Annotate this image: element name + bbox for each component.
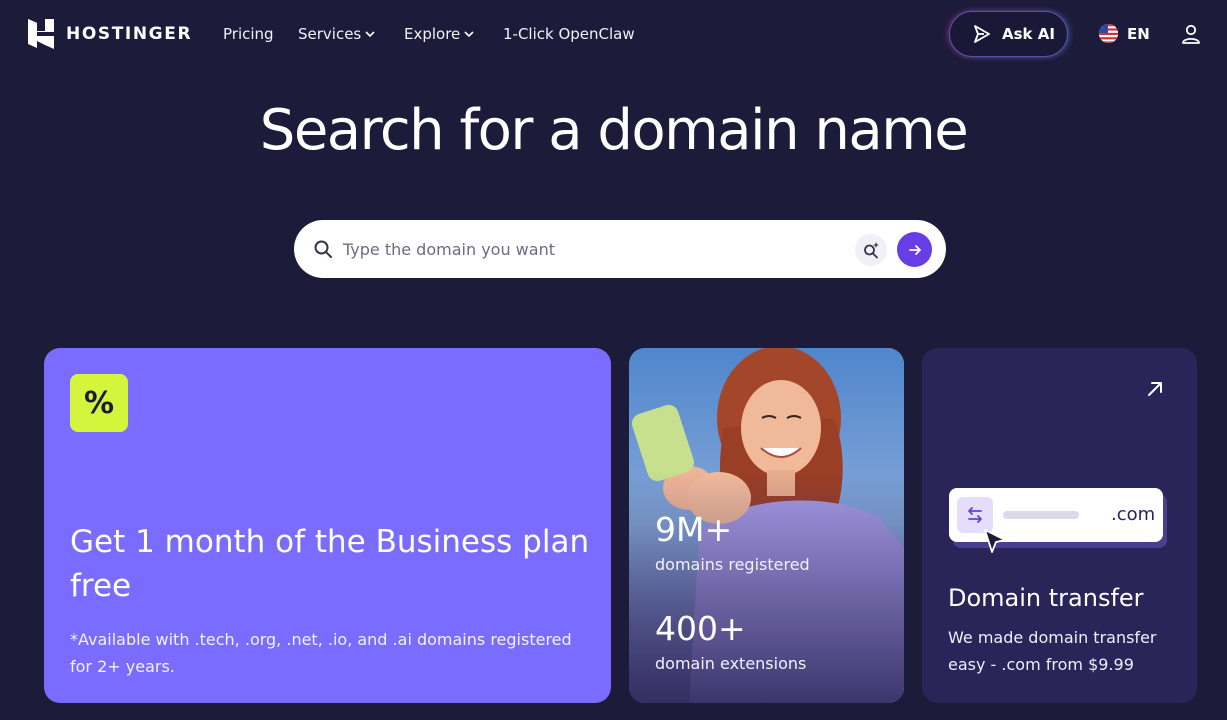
nav-pricing-label: Pricing xyxy=(223,25,274,43)
percent-badge: % xyxy=(70,374,128,432)
stat-value: 400+ xyxy=(655,609,746,648)
promo-card[interactable]: % Get 1 month of the Business plan free … xyxy=(44,348,611,703)
nav-openclaw[interactable]: 1-Click OpenClaw xyxy=(503,25,635,43)
domain-search-input[interactable] xyxy=(343,234,843,264)
search-submit-button[interactable] xyxy=(897,232,932,267)
chevron-down-icon xyxy=(464,31,474,38)
brand-logo[interactable]: HOSTINGER xyxy=(26,18,192,50)
ask-ai-button[interactable]: Ask AI xyxy=(949,11,1068,57)
mouse-cursor-icon xyxy=(984,529,1006,553)
stat-value: 9M+ xyxy=(655,510,733,549)
brand-name: HOSTINGER xyxy=(66,24,193,44)
tld-label: .com xyxy=(1111,504,1156,525)
domain-search-bar xyxy=(294,220,946,278)
transfer-description: We made domain transfer easy - .com from… xyxy=(948,628,1157,674)
domain-placeholder-bar xyxy=(1003,511,1079,519)
nav-pricing[interactable]: Pricing xyxy=(223,25,274,43)
user-account-icon[interactable] xyxy=(1180,23,1202,45)
arrow-right-icon xyxy=(908,244,921,255)
ai-search-icon xyxy=(864,242,879,259)
stat-label: domain extensions xyxy=(655,654,807,673)
nav-explore-label: Explore xyxy=(404,25,461,43)
sparkle-icon xyxy=(974,25,990,43)
nav-services[interactable]: Services xyxy=(298,25,375,43)
top-navigation: HOSTINGER Pricing Services Explore 1-Cli… xyxy=(0,0,1227,68)
domain-transfer-card[interactable]: .com Domain transfer We made domain tran… xyxy=(922,348,1197,703)
nav-services-label: Services xyxy=(298,25,362,43)
stat-label: domains registered xyxy=(655,555,810,574)
chevron-down-icon xyxy=(365,31,375,38)
search-icon xyxy=(314,240,332,258)
stats-card: 9M+ domains registered 400+ domain exten… xyxy=(629,348,904,703)
page-title: Search for a domain name xyxy=(259,98,969,163)
arrow-up-right-icon xyxy=(1148,382,1162,396)
language-selector[interactable]: EN xyxy=(1099,24,1150,43)
ask-ai-label: Ask AI xyxy=(1002,25,1055,43)
transfer-illustration: .com xyxy=(949,488,1163,542)
hostinger-logo-icon xyxy=(28,19,54,49)
nav-openclaw-label: 1-Click OpenClaw xyxy=(503,25,635,43)
us-flag-icon xyxy=(1099,24,1118,43)
language-label: EN xyxy=(1127,24,1150,43)
nav-explore[interactable]: Explore xyxy=(404,25,474,43)
promo-footnote: *Available with .tech, .org, .net, .io, … xyxy=(70,630,572,676)
transfer-title: Domain transfer xyxy=(948,584,1144,612)
ai-search-button[interactable] xyxy=(855,234,887,266)
promo-title: Get 1 month of the Business plan free xyxy=(70,524,590,604)
